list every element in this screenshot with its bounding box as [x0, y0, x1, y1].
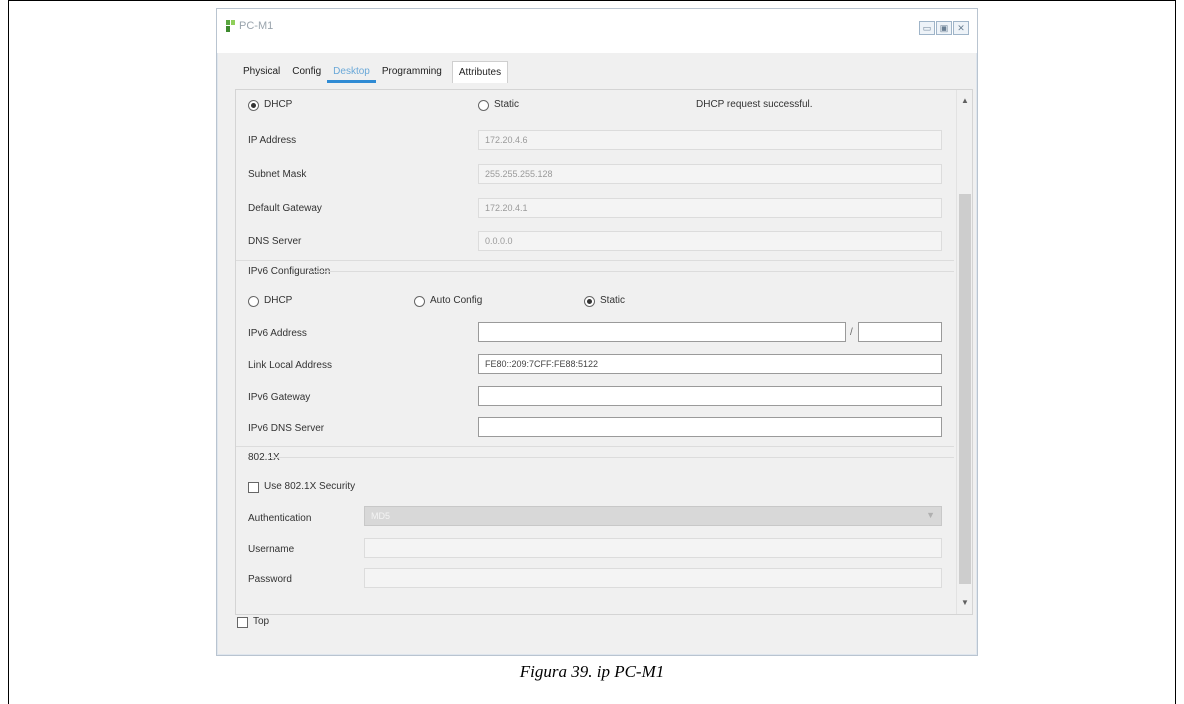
- window-controls: ▭ ▣ ✕: [919, 21, 969, 35]
- dot1x-section-line: [270, 457, 954, 458]
- ipv6-section-line: [310, 271, 954, 272]
- tab-bar: Physical Config Desktop Programming Attr…: [237, 61, 509, 83]
- close-icon[interactable]: ✕: [953, 21, 969, 35]
- ipv6-gateway-label: IPv6 Gateway: [248, 392, 311, 403]
- figure-caption: Figura 39. ip PC-M1: [519, 662, 665, 681]
- ipv4-divider: [236, 260, 954, 261]
- username-field[interactable]: [364, 538, 942, 558]
- ipv6-static-radio[interactable]: [584, 296, 595, 307]
- subnet-mask-field[interactable]: 255.255.255.128: [478, 164, 942, 184]
- tab-programming[interactable]: Programming: [376, 61, 448, 83]
- ipv6-gateway-input[interactable]: [478, 386, 942, 406]
- use-dot1x-label: Use 802.1X Security: [264, 481, 356, 492]
- ipv6-dns-input[interactable]: [478, 417, 942, 437]
- ipv6-address-label: IPv6 Address: [248, 328, 307, 339]
- pc-app-icon: [225, 19, 237, 33]
- ipv6-divider: [236, 446, 954, 447]
- ipv4-static-radio[interactable]: [478, 100, 489, 111]
- vertical-scrollbar[interactable]: ▲ ▼: [956, 90, 972, 614]
- title-bar: PC-M1 ▭ ▣ ✕: [217, 9, 977, 53]
- window-title: PC-M1: [239, 20, 274, 32]
- ip-address-field[interactable]: 172.20.4.6: [478, 130, 942, 150]
- authentication-label: Authentication: [248, 513, 312, 524]
- scroll-up-icon[interactable]: ▲: [957, 94, 973, 108]
- tab-desktop[interactable]: Desktop: [327, 61, 376, 83]
- chevron-down-icon: ▼: [926, 510, 935, 520]
- password-label: Password: [248, 574, 292, 585]
- ipv6-static-label: Static: [600, 295, 626, 306]
- dhcp-status-text: DHCP request successful.: [696, 99, 813, 110]
- ipv6-auto-config-label: Auto Config: [430, 295, 483, 306]
- ipv6-dhcp-label: DHCP: [264, 295, 293, 306]
- password-field[interactable]: [364, 568, 942, 588]
- ipv4-static-label: Static: [494, 99, 520, 110]
- dns-server-field[interactable]: 0.0.0.0: [478, 231, 942, 251]
- subnet-mask-label: Subnet Mask: [248, 169, 307, 180]
- tab-attributes[interactable]: Attributes: [451, 61, 509, 83]
- default-gateway-field[interactable]: 172.20.4.1: [478, 198, 942, 218]
- prefix-separator: /: [850, 327, 853, 338]
- ipv6-address-input[interactable]: [478, 322, 846, 342]
- default-gateway-label: Default Gateway: [248, 203, 322, 214]
- use-dot1x-checkbox[interactable]: [248, 482, 259, 493]
- top-label: Top: [253, 616, 270, 627]
- dns-server-label: DNS Server: [248, 236, 302, 247]
- scroll-thumb[interactable]: [959, 194, 971, 584]
- ipv6-auto-config-radio[interactable]: [414, 296, 425, 307]
- ip-address-label: IP Address: [248, 135, 297, 146]
- ipv6-dhcp-radio[interactable]: [248, 296, 259, 307]
- ipv4-dhcp-radio[interactable]: [248, 100, 259, 111]
- ipv6-dns-label: IPv6 DNS Server: [248, 423, 325, 434]
- top-checkbox[interactable]: [237, 617, 248, 628]
- link-local-field[interactable]: FE80::209:7CFF:FE88:5122: [478, 354, 942, 374]
- username-label: Username: [248, 544, 295, 555]
- tab-physical[interactable]: Physical: [237, 61, 286, 83]
- ipv4-dhcp-label: DHCP: [264, 99, 293, 110]
- ipv6-prefix-input[interactable]: [858, 322, 942, 342]
- pc-config-window: PC-M1 ▭ ▣ ✕ Physical Config Desktop Prog…: [216, 8, 978, 656]
- scroll-down-icon[interactable]: ▼: [957, 596, 973, 610]
- minimize-icon[interactable]: ▭: [919, 21, 935, 35]
- maximize-icon[interactable]: ▣: [936, 21, 952, 35]
- ip-configuration-panel: DHCP Static DHCP request successful. IP …: [235, 89, 973, 615]
- authentication-select[interactable]: MD5 ▼: [364, 506, 942, 526]
- tab-config[interactable]: Config: [286, 61, 327, 83]
- authentication-value: MD5: [371, 511, 391, 521]
- link-local-label: Link Local Address: [248, 360, 332, 371]
